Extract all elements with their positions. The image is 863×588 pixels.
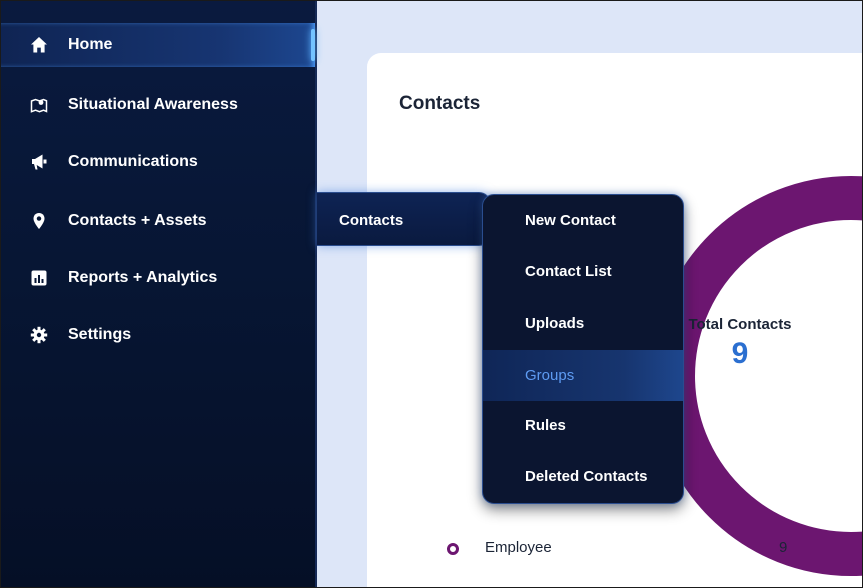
donut-segment-employee — [651, 176, 862, 576]
legend-label: Employee — [485, 539, 552, 556]
sidebar-item-reports-analytics[interactable]: Reports + Analytics — [1, 256, 315, 300]
submenu-item-groups[interactable]: Groups — [483, 350, 683, 401]
legend-item-employee[interactable]: Employee 9 — [447, 537, 862, 561]
flyout-item-contacts[interactable]: Contacts — [317, 192, 491, 246]
submenu-item-deleted-contacts[interactable]: Deleted Contacts — [483, 451, 683, 502]
submenu-item-label: Deleted Contacts — [525, 468, 648, 485]
megaphone-icon — [28, 151, 50, 173]
sidebar-item-label: Communications — [68, 153, 198, 170]
submenu-item-rules[interactable]: Rules — [483, 400, 683, 451]
legend-count: 9 — [779, 539, 788, 556]
legend-color-dot — [447, 543, 459, 555]
card-title: Contacts — [399, 93, 481, 114]
submenu-item-contact-list[interactable]: Contact List — [483, 246, 683, 297]
sidebar-item-label: Contacts + Assets — [68, 212, 207, 229]
flyout-item-label: Contacts — [339, 212, 404, 229]
submenu-item-label: Contact List — [525, 263, 612, 280]
sidebar-item-contacts-assets[interactable]: Contacts + Assets — [1, 199, 315, 243]
sidebar-item-settings[interactable]: Settings — [1, 313, 315, 357]
sidebar: Home Situational Awareness Communication… — [1, 1, 317, 587]
submenu-item-new-contact[interactable]: New Contact — [483, 195, 683, 246]
submenu-item-label: Rules — [525, 417, 566, 434]
location-pin-icon — [28, 210, 50, 232]
sidebar-item-situational-awareness[interactable]: Situational Awareness — [1, 83, 315, 127]
submenu-item-label: Groups — [525, 367, 575, 384]
contacts-submenu: New Contact Contact List Uploads Groups … — [482, 194, 684, 504]
sidebar-item-label: Home — [68, 36, 113, 53]
gear-icon — [28, 324, 50, 346]
map-icon — [28, 94, 50, 116]
sidebar-item-label: Settings — [68, 326, 132, 343]
app-window: Contacts Total Contacts 9 Employee 9 Hom… — [0, 0, 863, 588]
bar-chart-icon — [28, 267, 50, 289]
total-contacts-label: Total Contacts — [688, 316, 792, 333]
submenu-item-uploads[interactable]: Uploads — [483, 298, 683, 349]
sidebar-item-label: Reports + Analytics — [68, 269, 218, 286]
sidebar-item-communications[interactable]: Communications — [1, 140, 315, 184]
submenu-item-label: Uploads — [525, 315, 585, 332]
submenu-item-label: New Contact — [525, 212, 616, 229]
total-contacts-value: 9 — [731, 337, 749, 370]
sidebar-item-home[interactable]: Home — [1, 23, 315, 67]
sidebar-item-label: Situational Awareness — [68, 96, 238, 113]
home-icon — [28, 34, 50, 56]
